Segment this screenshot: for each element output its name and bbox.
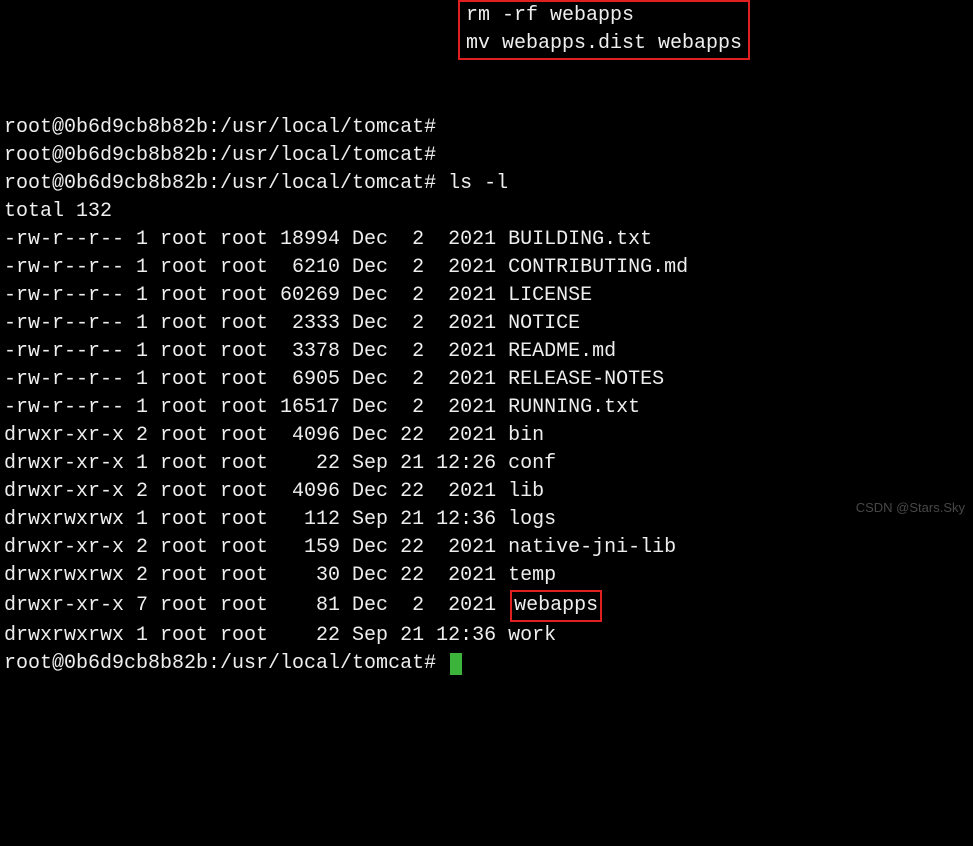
file-row: -rw-r--r-- 1 root root 3378 Dec 2 2021 R… [4, 338, 969, 366]
shell-prompt: root@0b6d9cb8b82b:/usr/local/tomcat# [4, 144, 436, 167]
prompt-line: root@0b6d9cb8b82b:/usr/local/tomcat# ls … [4, 170, 969, 198]
file-row: -rw-r--r-- 1 root root 16517 Dec 2 2021 … [4, 394, 969, 422]
terminal-output[interactable]: root@0b6d9cb8b82b:/usr/local/tomcat#root… [4, 114, 969, 678]
file-row: drwxr-xr-x 1 root root 22 Sep 21 12:26 c… [4, 450, 969, 478]
prompt-line[interactable]: root@0b6d9cb8b82b:/usr/local/tomcat# [4, 650, 969, 678]
command-text: mv webapps.dist webapps [466, 30, 742, 58]
file-row: drwxr-xr-x 2 root root 4096 Dec 22 2021 … [4, 422, 969, 450]
file-row: drwxrwxrwx 1 root root 112 Sep 21 12:36 … [4, 506, 969, 534]
file-row: drwxr-xr-x 2 root root 4096 Dec 22 2021 … [4, 478, 969, 506]
prompt-line: root@0b6d9cb8b82b:/usr/local/tomcat# [4, 142, 969, 170]
cursor [450, 653, 462, 675]
file-row: drwxr-xr-x 7 root root 81 Dec 2 2021 web… [4, 590, 969, 622]
shell-prompt: root@0b6d9cb8b82b:/usr/local/tomcat# [4, 172, 436, 195]
highlighted-filename: webapps [510, 590, 602, 622]
file-row: drwxrwxrwx 2 root root 30 Dec 22 2021 te… [4, 562, 969, 590]
file-row: drwxrwxrwx 1 root root 22 Sep 21 12:36 w… [4, 622, 969, 650]
shell-prompt: root@0b6d9cb8b82b:/usr/local/tomcat# [4, 116, 436, 139]
file-row: -rw-r--r-- 1 root root 6905 Dec 2 2021 R… [4, 366, 969, 394]
file-row: -rw-r--r-- 1 root root 60269 Dec 2 2021 … [4, 282, 969, 310]
command-text: rm -rf webapps [466, 2, 742, 30]
file-row: drwxr-xr-x 2 root root 159 Dec 22 2021 n… [4, 534, 969, 562]
total-line: total 132 [4, 198, 969, 226]
command-text: ls -l [448, 172, 508, 195]
highlighted-commands: rm -rf webappsmv webapps.dist webapps [458, 0, 750, 60]
prompt-line: root@0b6d9cb8b82b:/usr/local/tomcat# [4, 114, 969, 142]
watermark: CSDN @Stars.Sky [856, 499, 965, 517]
file-row: -rw-r--r-- 1 root root 2333 Dec 2 2021 N… [4, 310, 969, 338]
file-row: -rw-r--r-- 1 root root 6210 Dec 2 2021 C… [4, 254, 969, 282]
shell-prompt: root@0b6d9cb8b82b:/usr/local/tomcat# [4, 652, 436, 675]
file-row: -rw-r--r-- 1 root root 18994 Dec 2 2021 … [4, 226, 969, 254]
